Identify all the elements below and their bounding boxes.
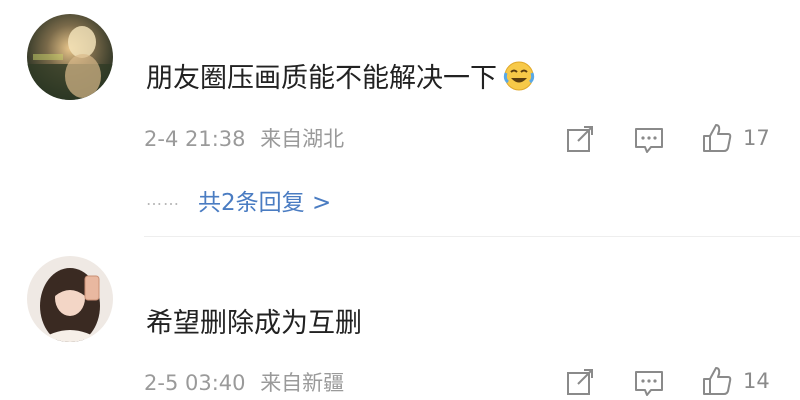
thumbs-up-icon: [703, 367, 732, 395]
view-replies-link[interactable]: 共2条回复 >: [198, 183, 331, 217]
like-count: 14: [743, 369, 770, 393]
comment-location: 来自新疆: [260, 371, 345, 395]
share-button[interactable]: [565, 124, 595, 154]
comment-time: 2-4 21:38: [144, 127, 246, 151]
laughing-crying-emoji: [503, 60, 535, 101]
like-button[interactable]: 14: [701, 365, 770, 397]
share-icon: [567, 369, 593, 395]
avatar[interactable]: [27, 14, 113, 100]
comment-icon: [635, 128, 663, 153]
comment-body: 希望删除成为互删: [146, 308, 362, 339]
divider: [144, 236, 800, 237]
reply-thread[interactable]: …… 共2条回复 >: [146, 183, 331, 217]
comment-location: 来自湖北: [260, 127, 345, 151]
comment-meta: 2-4 21:38 来自湖北: [144, 126, 344, 152]
comment-list: 朋友圈压画质能不能解决一下 2-4 21:38 来自湖北 17 …… 共2条回复…: [0, 0, 800, 400]
comment-button[interactable]: [633, 125, 665, 155]
share-button[interactable]: [565, 367, 595, 397]
thumbs-up-icon: [703, 124, 732, 152]
comment-body: 朋友圈压画质能不能解决一下: [146, 63, 497, 94]
like-button[interactable]: 17: [701, 122, 770, 154]
comment-icon: [635, 371, 663, 396]
comment-time: 2-5 03:40: [144, 371, 246, 395]
comment-text: 希望删除成为互删: [146, 307, 362, 341]
comment-button[interactable]: [633, 368, 665, 398]
reply-dots: ……: [146, 190, 180, 209]
like-count: 17: [743, 126, 770, 150]
comment-meta: 2-5 03:40 来自新疆: [144, 370, 344, 396]
avatar[interactable]: [27, 256, 113, 342]
share-icon: [567, 126, 593, 152]
comment-text: 朋友圈压画质能不能解决一下: [146, 60, 535, 101]
